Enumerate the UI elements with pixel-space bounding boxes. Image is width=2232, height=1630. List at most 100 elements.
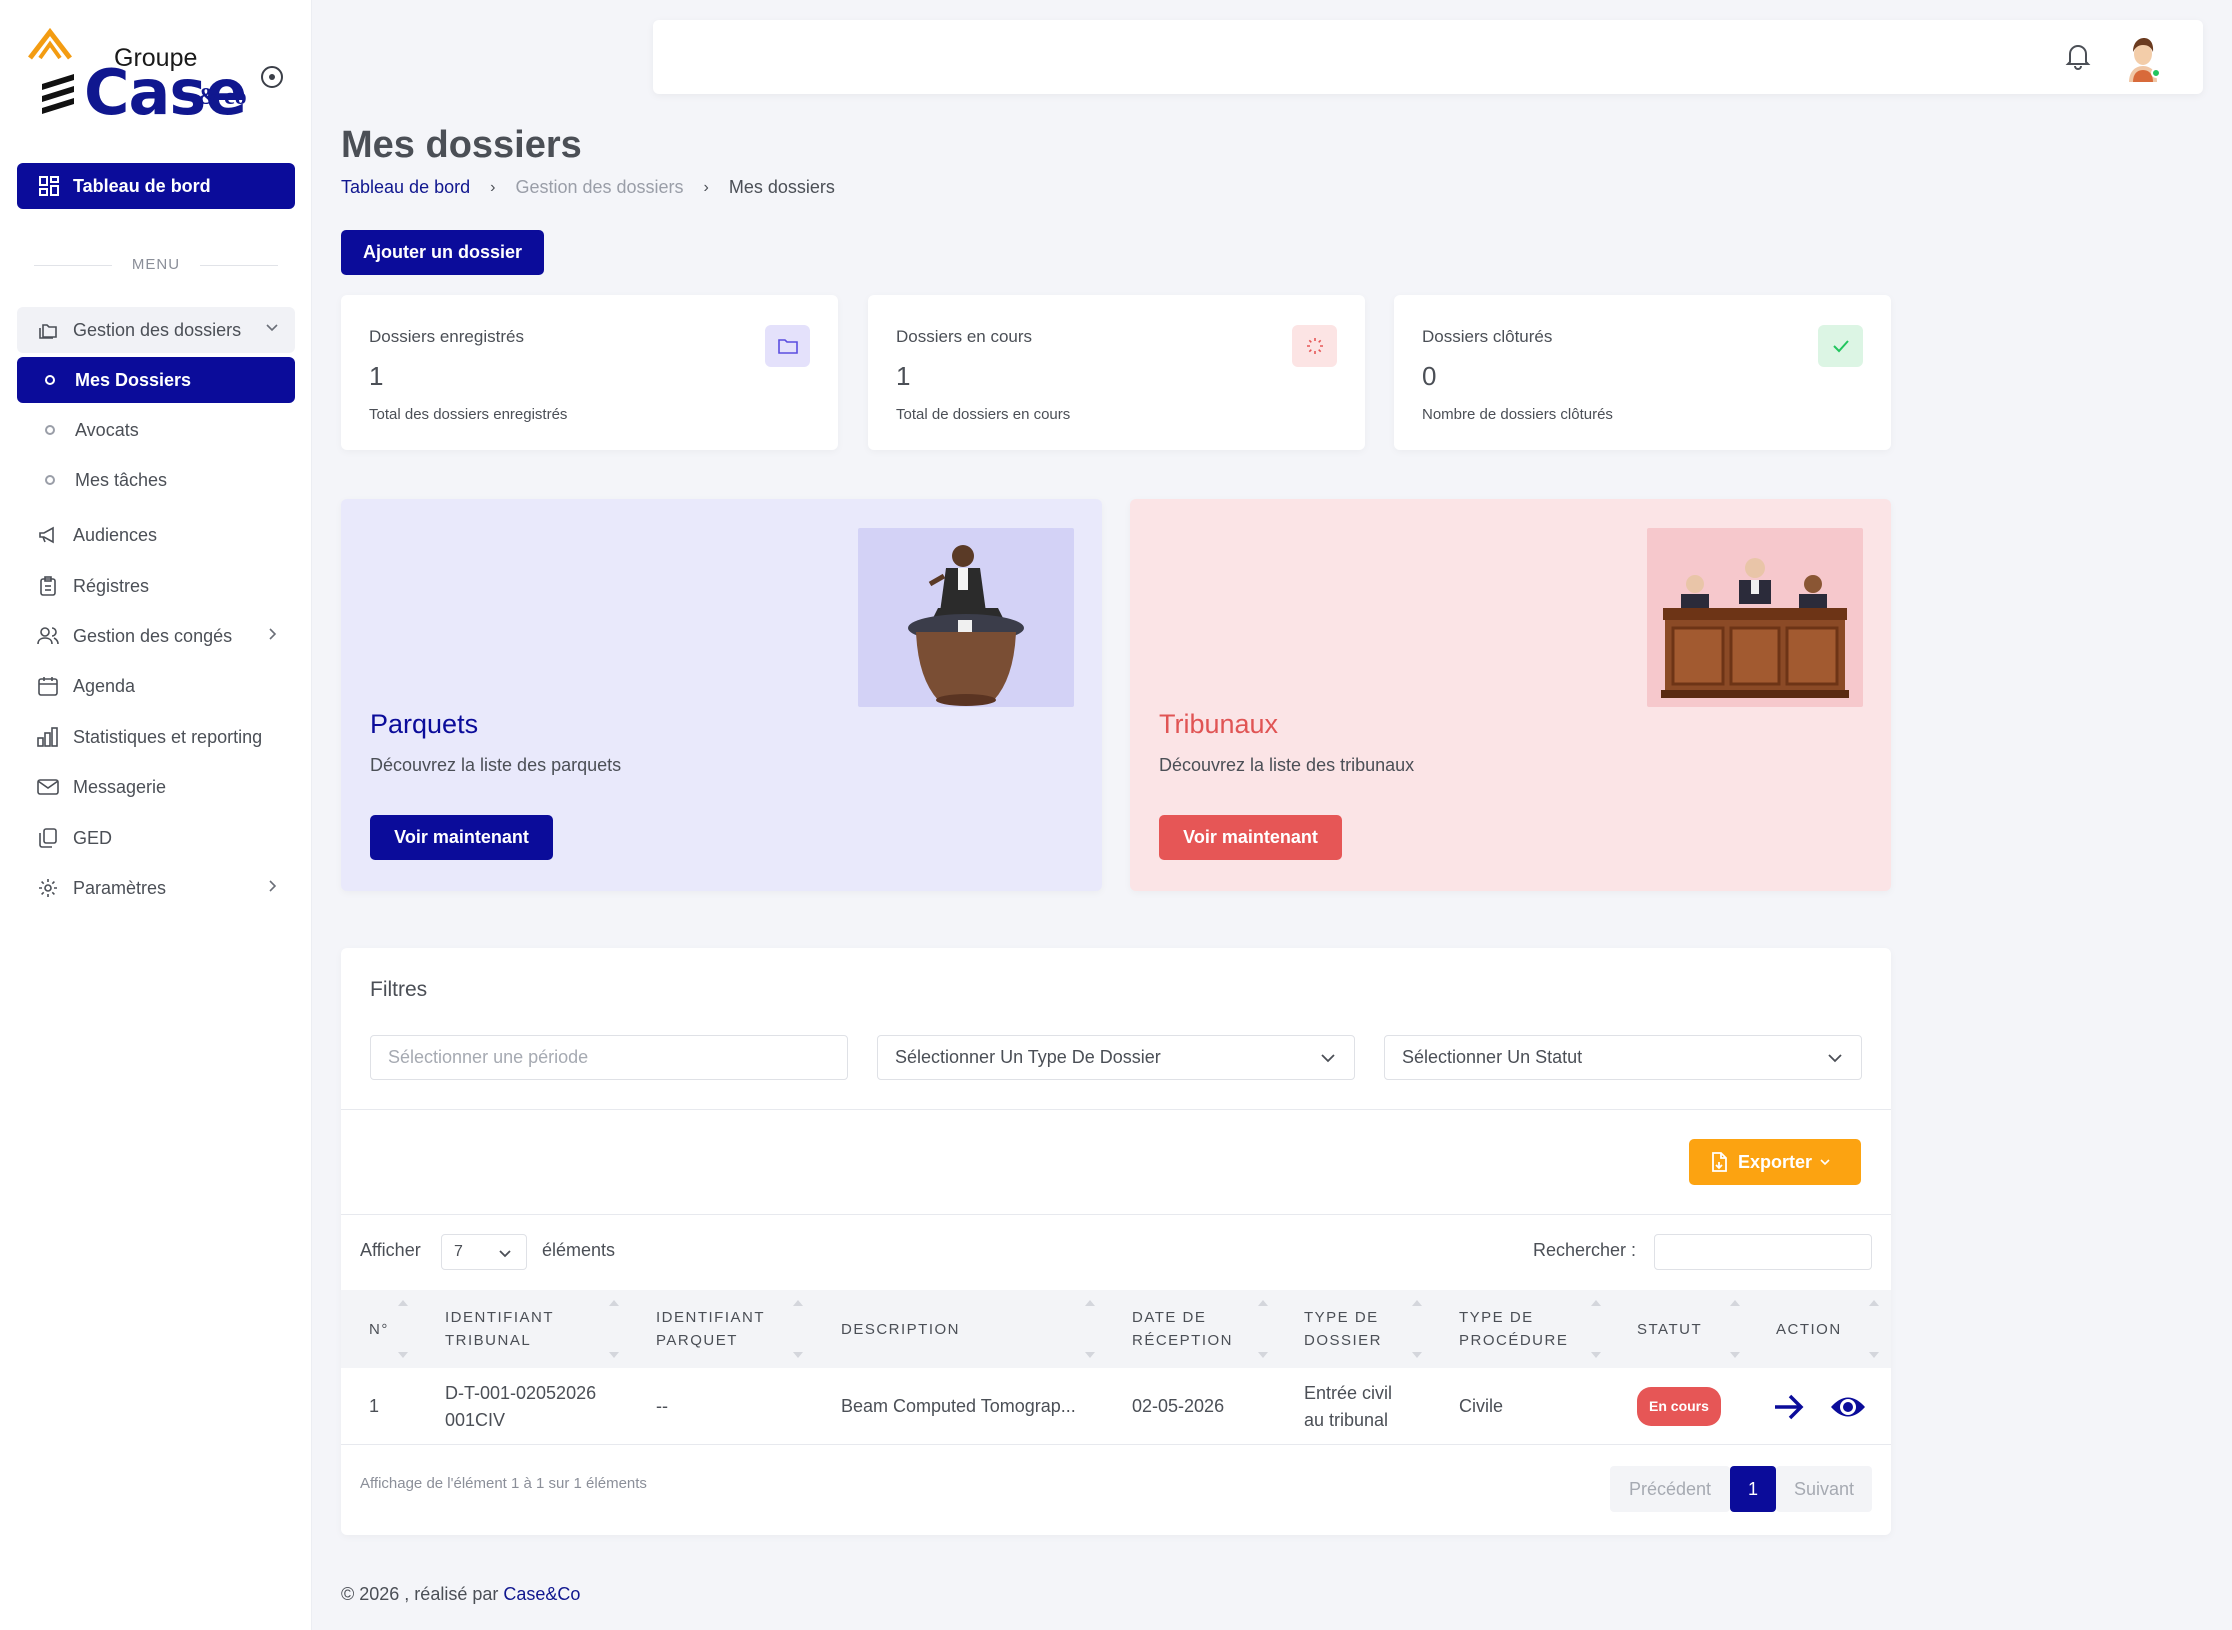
sidebar-item-label: Mes tâches [75,469,168,490]
column-header-action[interactable]: Action [1776,1290,1876,1368]
page-length-value: 7 [454,1243,463,1260]
stat-value: 1 [369,361,384,391]
bullet-icon [45,375,55,385]
bell-icon[interactable] [2065,42,2091,70]
sidebar-item-messagerie[interactable]: Messagerie [17,764,295,810]
sidebar-item-label: Gestion des congés [73,625,233,646]
statut-value: Sélectionner Un Statut [1402,1047,1583,1067]
folder-icon [765,325,810,367]
column-header-type-dossier[interactable]: Type de dossier [1304,1290,1404,1368]
statut-select[interactable]: Sélectionner Un Statut [1384,1035,1862,1080]
show-label: Afficher [360,1240,421,1260]
sidebar-item-label: Audiences [73,524,158,545]
arrow-right-icon[interactable] [1773,1393,1805,1421]
users-icon [37,625,59,647]
sidebar-item-ged[interactable]: GED [17,815,295,861]
sort-icon[interactable] [793,1300,803,1358]
sort-icon[interactable] [398,1300,408,1358]
sidebar-item-label: Statistiques et reporting [73,726,263,747]
stat-card-en-cours: Dossiers en cours 1 Total de dossiers en… [868,295,1365,450]
voir-parquets-button[interactable]: Voir maintenant [370,815,553,860]
column-header-id-tribunal[interactable]: Identifiant Tribunal [445,1290,565,1368]
logo[interactable]: Groupe Case & co [28,26,268,129]
breadcrumb-separator-icon: › [490,178,496,196]
dossiers-panel: Filtres Sélectionner une période Sélecti… [341,948,1891,1535]
column-header-date[interactable]: Date de réception [1132,1290,1242,1368]
page-1-button[interactable]: 1 [1730,1466,1776,1512]
sidebar-item-avocats[interactable]: Avocats [17,407,295,453]
footer-brand-link[interactable]: Case&Co [503,1584,580,1604]
bullet-icon [45,425,55,435]
sort-icon[interactable] [1869,1300,1879,1358]
cell-type-dossier: Entrée civil au tribunal [1304,1382,1393,1430]
period-placeholder: Sélectionner une période [388,1047,589,1067]
previous-page-button[interactable]: Précédent [1610,1466,1730,1512]
divider [341,1109,1891,1110]
footer: © 2026 , réalisé par Case&Co [341,1584,580,1605]
tribunaux-card: Tribunaux Découvrez la liste des tribuna… [1130,499,1891,891]
breadcrumb: Tableau de bord › Gestion des dossiers ›… [341,177,835,198]
column-label: Type de procédure [1459,1309,1569,1349]
dashboard-button[interactable]: Tableau de bord [17,163,295,209]
sort-icon[interactable] [1258,1300,1268,1358]
sidebar-item-agenda[interactable]: Agenda [17,663,295,709]
tribunal-illustration [1647,528,1863,707]
stat-card-clotures: Dossiers clôturés 0 Nombre de dossiers c… [1394,295,1891,450]
sidebar-item-mes-taches[interactable]: Mes tâches [17,457,295,503]
cell-id-parquet: -- [656,1396,668,1416]
period-filter-input[interactable]: Sélectionner une période [370,1035,848,1080]
column-header-type-procedure[interactable]: Type de procédure [1459,1290,1579,1368]
sidebar-item-label: Messagerie [73,776,167,797]
stat-subtitle: Nombre de dossiers clôturés [1422,406,1613,423]
sort-icon[interactable] [1591,1300,1601,1358]
column-header-id-parquet[interactable]: Identifiant Parquet [656,1290,776,1368]
type-dossier-select[interactable]: Sélectionner Un Type De Dossier [877,1035,1355,1080]
sort-icon[interactable] [1085,1300,1095,1358]
voir-tribunaux-button[interactable]: Voir maintenant [1159,815,1342,860]
elements-label: éléments [542,1240,616,1260]
page-title: Mes dossiers [341,124,582,166]
table-header: N° Identifiant Tribunal Identifiant Parq… [341,1290,1891,1368]
breadcrumb-separator-icon: › [703,178,709,196]
chevron-down-icon [266,324,278,332]
column-label: Type de dossier [1304,1309,1383,1349]
sidebar-item-mes-dossiers[interactable]: Mes Dossiers [17,357,295,403]
chevron-down-icon [1828,1054,1842,1063]
stat-value: 0 [1422,361,1437,391]
stat-subtitle: Total des dossiers enregistrés [369,406,568,423]
online-status-dot [2151,68,2161,78]
sidebar-item-gestion-dossiers[interactable]: Gestion des dossiers [17,307,295,353]
column-header-statut[interactable]: Statut [1637,1290,1737,1368]
sort-icon[interactable] [609,1300,619,1358]
sidebar-toggle-icon[interactable] [261,66,283,88]
sort-icon[interactable] [1412,1300,1422,1358]
breadcrumb-dashboard[interactable]: Tableau de bord [341,177,470,198]
column-label: N° [369,1320,389,1338]
bars-logo-icon [42,74,74,114]
table-row: 1 D-T-001-02052026001CIV -- Beam Compute… [341,1368,1891,1445]
sort-icon[interactable] [1730,1300,1740,1358]
chevron-down-icon [1321,1054,1335,1063]
clipboard-icon [37,575,59,597]
stat-card-enregistres: Dossiers enregistrés 1 Total des dossier… [341,295,838,450]
sidebar-item-statistiques[interactable]: Statistiques et reporting [17,714,295,760]
next-page-button[interactable]: Suivant [1776,1466,1872,1512]
add-dossier-button[interactable]: Ajouter un dossier [341,230,544,275]
sidebar-item-registres[interactable]: Régistres [17,563,295,609]
sidebar-item-audiences[interactable]: Audiences [17,512,295,558]
eye-icon[interactable] [1829,1392,1867,1422]
avatar[interactable] [2121,32,2165,82]
sidebar-item-parametres[interactable]: Paramètres [17,865,295,911]
megaphone-icon [37,524,59,546]
sidebar-item-conges[interactable]: Gestion des congés [17,613,295,659]
promo-title: Parquets [370,709,479,739]
cell-description: Beam Computed Tomograp... [841,1396,1076,1416]
page-length-select[interactable]: 7 [441,1234,527,1270]
export-button[interactable]: Exporter [1689,1139,1861,1185]
filters-title: Filtres [370,978,428,1001]
search-input[interactable] [1654,1234,1872,1270]
column-header-description[interactable]: Description [841,1290,1041,1368]
chevron-right-icon [269,880,277,892]
promo-description: Découvrez la liste des tribunaux [1159,755,1415,775]
breadcrumb-gestion-dossiers[interactable]: Gestion des dossiers [515,177,683,198]
